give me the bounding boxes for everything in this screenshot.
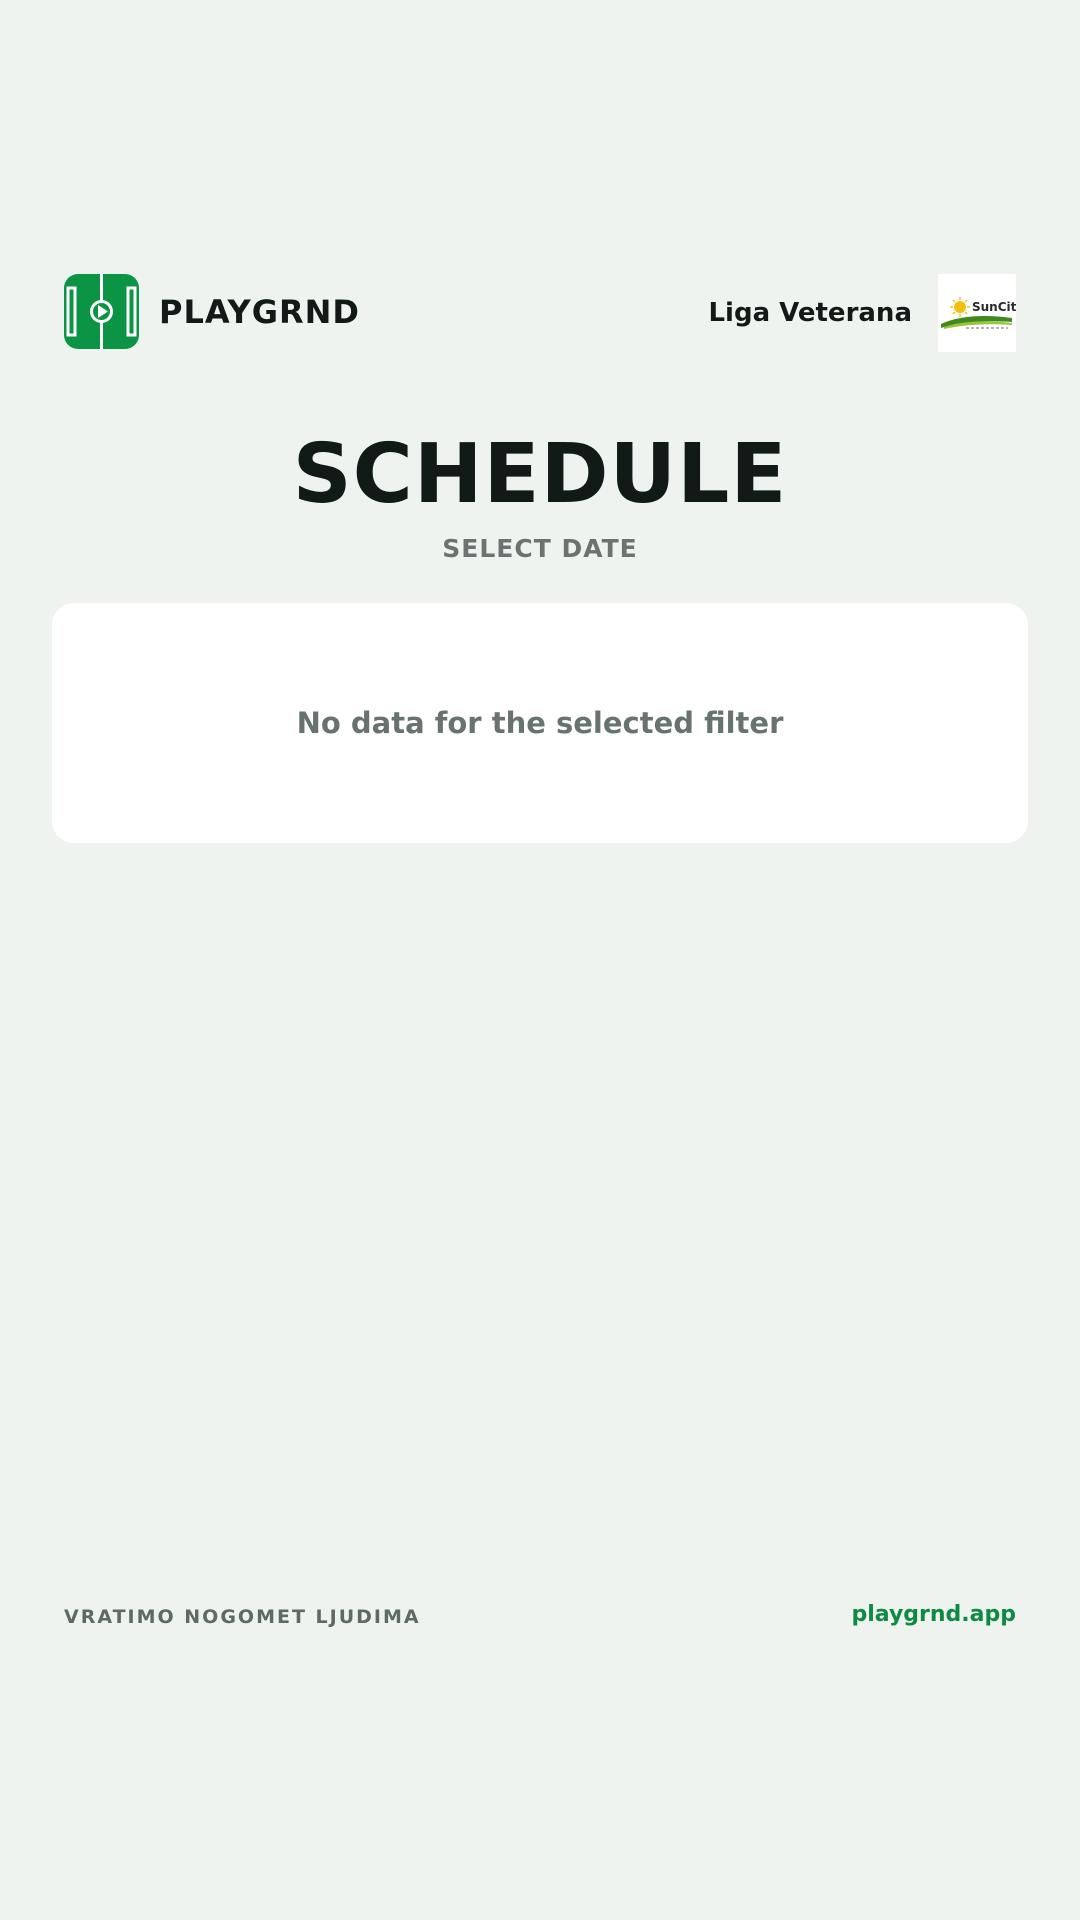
playgrnd-logo-icon [64,274,139,349]
suncity-logo: SunCity [938,274,1016,352]
footer-tagline: VRATIMO NOGOMET LJUDIMA [64,1606,421,1628]
title-block: SCHEDULE SELECT DATE [0,420,1080,563]
footer: VRATIMO NOGOMET LJUDIMA playgrnd.app [64,1600,1016,1630]
select-date-label[interactable]: SELECT DATE [0,534,1080,563]
header: PLAYGRND Liga Veterana SunCity [64,274,1016,352]
league-info: Liga Veterana SunCity [708,274,1016,352]
brand-name: PLAYGRND [159,292,360,331]
schedule-card: No data for the selected filter [52,603,1028,843]
page-title: SCHEDULE [292,427,788,522]
empty-state-message: No data for the selected filter [296,706,784,740]
svg-text:SunCity: SunCity [972,300,1016,314]
website-link[interactable]: playgrnd.app [851,1602,1016,1627]
brand[interactable]: PLAYGRND [64,274,360,349]
league-name: Liga Veterana [708,298,912,328]
